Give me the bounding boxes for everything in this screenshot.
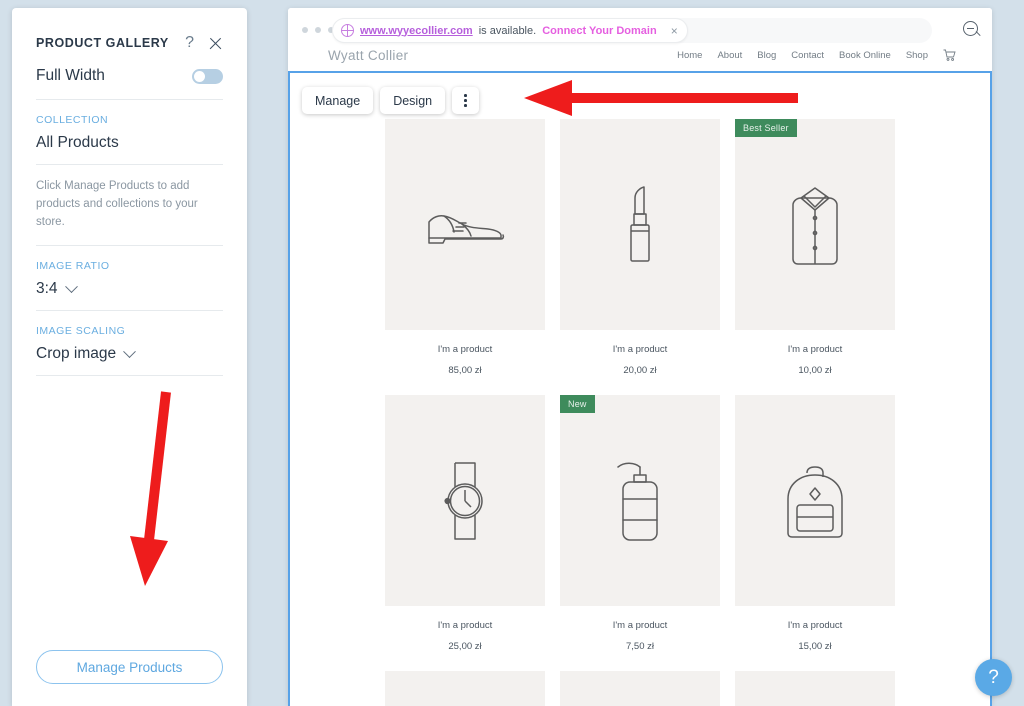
- product-image[interactable]: [560, 119, 720, 330]
- kebab-dot: [464, 99, 467, 102]
- backpack-icon: [787, 465, 843, 538]
- domain-availability-text: is available.: [478, 24, 537, 37]
- helper-text: Click Manage Products to add products an…: [36, 165, 223, 247]
- image-scaling-select[interactable]: Crop image: [36, 345, 223, 363]
- product-gallery-settings-panel: PRODUCT GALLERY ? Full Width COLLECTION …: [12, 8, 247, 706]
- product-card[interactable]: I'm a product 25,00 zł: [385, 395, 545, 671]
- product-name: I'm a product: [787, 620, 843, 631]
- shoe-icon: [428, 214, 505, 244]
- nav-item-shop[interactable]: Shop: [906, 50, 928, 61]
- screen-root: PRODUCT GALLERY ? Full Width COLLECTION …: [0, 0, 1024, 706]
- site-header: Wyatt Collier Home About Blog Contact Bo…: [288, 40, 992, 70]
- product-card[interactable]: Best Seller I'm a product 10,00 zł: [735, 119, 895, 395]
- dismiss-domain-notice-icon[interactable]: ×: [671, 24, 678, 38]
- image-ratio-value: 3:4: [36, 280, 58, 298]
- product-price: 20,00 zł: [623, 365, 657, 376]
- nav-item-about[interactable]: About: [717, 50, 742, 61]
- window-dots: [302, 27, 334, 33]
- product-image[interactable]: [735, 671, 895, 706]
- dispenser-icon: [617, 462, 658, 541]
- panel-header-icons: ?: [185, 35, 223, 51]
- product-card[interactable]: New I'm a product 7,50 zł: [560, 395, 720, 671]
- design-button[interactable]: Design: [380, 87, 446, 114]
- image-scaling-value: Crop image: [36, 345, 117, 363]
- site-logo: Wyatt Collier: [328, 47, 409, 63]
- chevron-down-icon: [123, 345, 136, 358]
- image-ratio-field[interactable]: IMAGE RATIO 3:4: [36, 246, 223, 312]
- product-price: 10,00 zł: [798, 365, 832, 376]
- lipstick-icon: [630, 185, 650, 262]
- image-ratio-label: IMAGE RATIO: [36, 260, 110, 273]
- editor-canvas: www.wyyecollier.com is available. Connec…: [288, 8, 992, 706]
- nav-item-home[interactable]: Home: [677, 50, 702, 61]
- product-name: I'm a product: [437, 344, 493, 355]
- status-badge: Best Seller: [735, 119, 797, 137]
- product-card[interactable]: I'm a product 15,00 zł: [735, 395, 895, 671]
- product-image[interactable]: New: [560, 395, 720, 606]
- selected-component-frame[interactable]: Manage Design I'm a product 85,00 zł I'm…: [288, 71, 992, 706]
- product-price: 7,50 zł: [626, 641, 654, 652]
- product-name: I'm a product: [612, 344, 668, 355]
- product-card[interactable]: [385, 671, 545, 706]
- more-options-icon[interactable]: [452, 87, 480, 114]
- manage-products-button[interactable]: Manage Products: [36, 650, 223, 684]
- nav-item-book-online[interactable]: Book Online: [839, 50, 891, 61]
- kebab-dot: [464, 104, 467, 107]
- product-image[interactable]: [385, 119, 545, 330]
- shirt-icon: [792, 186, 838, 265]
- close-icon[interactable]: [208, 36, 223, 51]
- site-nav: Home About Blog Contact Book Online Shop: [677, 49, 956, 62]
- domain-name[interactable]: www.wyyecollier.com: [360, 25, 473, 37]
- product-name: I'm a product: [612, 620, 668, 631]
- window-dot: [315, 27, 321, 33]
- window-dot: [302, 27, 308, 33]
- product-name: I'm a product: [787, 344, 843, 355]
- image-scaling-field[interactable]: IMAGE SCALING Crop image: [36, 311, 223, 377]
- product-image[interactable]: Best Seller: [735, 119, 895, 330]
- collection-label: COLLECTION: [36, 114, 109, 126]
- nav-item-contact[interactable]: Contact: [791, 50, 824, 61]
- image-scaling-label: IMAGE SCALING: [36, 325, 126, 338]
- collection-field[interactable]: COLLECTION All Products: [36, 100, 223, 165]
- product-card[interactable]: [735, 671, 895, 706]
- product-image[interactable]: [385, 395, 545, 606]
- manage-button[interactable]: Manage: [302, 87, 374, 114]
- panel-header: PRODUCT GALLERY ?: [36, 8, 223, 51]
- panel-body: PRODUCT GALLERY ? Full Width COLLECTION …: [12, 8, 247, 706]
- product-card[interactable]: [560, 671, 720, 706]
- full-width-toggle[interactable]: [192, 68, 223, 84]
- product-image[interactable]: [560, 671, 720, 706]
- cart-icon[interactable]: [943, 49, 956, 62]
- product-image[interactable]: [735, 395, 895, 606]
- collection-value: All Products: [36, 134, 119, 151]
- product-card[interactable]: I'm a product 20,00 zł: [560, 119, 720, 395]
- page-title: PRODUCT GALLERY: [36, 36, 169, 50]
- component-toolbar: Manage Design: [302, 87, 480, 114]
- product-name: I'm a product: [437, 620, 493, 631]
- product-grid: I'm a product 85,00 zł I'm a product 20,…: [290, 119, 990, 706]
- zoom-out-icon[interactable]: [963, 21, 978, 36]
- product-price: 15,00 zł: [798, 641, 832, 652]
- product-price: 85,00 zł: [448, 365, 482, 376]
- product-image[interactable]: [385, 671, 545, 706]
- globe-icon: [341, 24, 354, 37]
- image-ratio-select[interactable]: 3:4: [36, 280, 223, 298]
- chevron-down-icon: [64, 280, 78, 293]
- status-badge: New: [560, 395, 595, 413]
- watch-icon: [444, 461, 483, 540]
- full-width-label: Full Width: [36, 67, 105, 84]
- kebab-dot: [464, 94, 467, 97]
- connect-domain-link[interactable]: Connect Your Domain: [542, 25, 657, 37]
- product-price: 25,00 zł: [448, 641, 482, 652]
- help-icon[interactable]: ?: [185, 35, 194, 51]
- nav-item-blog[interactable]: Blog: [757, 50, 776, 61]
- product-card[interactable]: I'm a product 85,00 zł: [385, 119, 545, 395]
- help-chat-button[interactable]: ?: [975, 659, 1012, 696]
- full-width-row: Full Width: [36, 67, 223, 100]
- panel-footer: Manage Products: [12, 650, 247, 706]
